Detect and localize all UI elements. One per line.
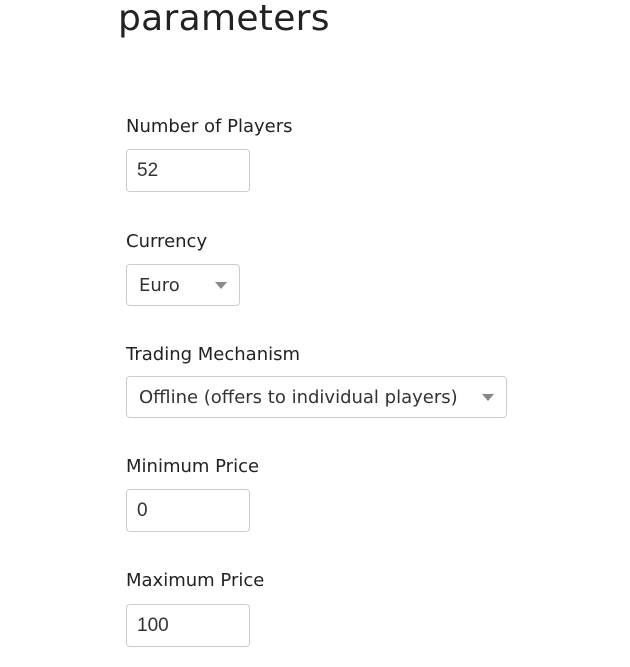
minimum-price-label: Minimum Price	[126, 456, 260, 477]
currency-selected-value: Euro	[139, 274, 180, 296]
players-label: Number of Players	[126, 116, 293, 137]
caret-down-icon	[482, 393, 494, 401]
maximum-price-input[interactable]	[126, 604, 250, 647]
caret-down-icon	[215, 281, 227, 289]
page-title: parameters	[118, 0, 330, 39]
players-input[interactable]	[126, 149, 250, 192]
currency-select[interactable]: Euro	[126, 264, 240, 306]
currency-label: Currency	[126, 231, 208, 252]
trading-mechanism-label: Trading Mechanism	[126, 344, 301, 365]
maximum-price-label: Maximum Price	[126, 570, 265, 591]
trading-mechanism-select[interactable]: Offline (offers to individual players)	[126, 376, 507, 418]
minimum-price-input[interactable]	[126, 489, 250, 532]
trading-mechanism-selected-value: Offline (offers to individual players)	[139, 386, 458, 408]
